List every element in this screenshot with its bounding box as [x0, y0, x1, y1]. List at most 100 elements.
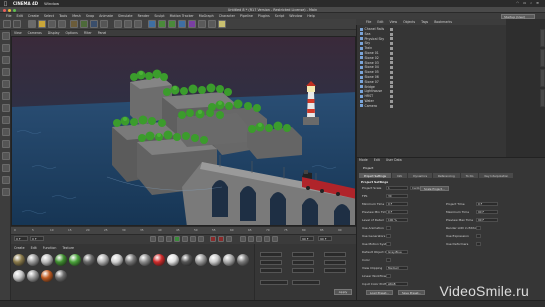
- visibility-toggle[interactable]: [390, 32, 393, 36]
- field-value[interactable]: 100 %: [386, 217, 408, 222]
- viewport-menu-filter[interactable]: Filter: [84, 31, 92, 35]
- field-checkbox[interactable]: [476, 241, 481, 246]
- viewport-menu-display[interactable]: Display: [48, 31, 60, 35]
- visibility-toggle[interactable]: [390, 80, 393, 84]
- material-menu-function[interactable]: Function: [43, 246, 57, 250]
- material-swatch[interactable]: [237, 254, 249, 266]
- material-menu-create[interactable]: Create: [14, 246, 25, 250]
- material-swatch[interactable]: [55, 270, 67, 282]
- apply-button[interactable]: Apply: [334, 289, 352, 295]
- go-to-start-icon[interactable]: [150, 236, 156, 242]
- planar-workplane-icon[interactable]: [1, 164, 10, 172]
- material-menu-texture[interactable]: Texture: [62, 246, 74, 250]
- field-checkbox[interactable]: [386, 273, 391, 278]
- select-tool-icon[interactable]: [28, 20, 36, 28]
- window-menu[interactable]: Window: [44, 1, 59, 6]
- autokey-icon[interactable]: [218, 236, 224, 242]
- object-list-item[interactable]: Camera: [360, 104, 500, 109]
- objects-side-tab[interactable]: [540, 29, 545, 47]
- render-picture-viewer-icon[interactable]: [124, 20, 132, 28]
- field-checkbox[interactable]: [476, 225, 481, 230]
- polygons-mode-icon[interactable]: [1, 104, 10, 112]
- viewport-menu-options[interactable]: Options: [66, 31, 78, 35]
- attr-menu-mode[interactable]: Mode: [359, 158, 368, 162]
- field-value[interactable]: 0 F: [386, 209, 408, 214]
- preview-end-field[interactable]: 90 F: [318, 236, 332, 241]
- field-value[interactable]: 90 F: [476, 217, 498, 222]
- menu-help[interactable]: Help: [307, 14, 315, 18]
- material-swatch[interactable]: [69, 254, 81, 266]
- array-icon[interactable]: [178, 20, 186, 28]
- menu-snap[interactable]: Snap: [86, 14, 94, 18]
- floor-icon[interactable]: [198, 20, 206, 28]
- menu-script[interactable]: Script: [275, 14, 285, 18]
- render-settings-icon[interactable]: [134, 20, 142, 28]
- visibility-toggle[interactable]: [390, 42, 393, 46]
- lock-workplane-icon[interactable]: [1, 152, 10, 160]
- field-value[interactable]: Medium: [386, 265, 408, 270]
- tab-info[interactable]: Info: [391, 173, 408, 178]
- rotate-tool-icon[interactable]: [58, 20, 66, 28]
- keyframe-selection-icon[interactable]: [226, 236, 232, 242]
- visibility-icon[interactable]: [1, 188, 10, 196]
- size-y-field[interactable]: [292, 260, 314, 265]
- attr-menu-edit[interactable]: Edit: [374, 158, 380, 162]
- menu-tools[interactable]: Tools: [59, 14, 67, 18]
- field-checkbox[interactable]: [386, 233, 391, 238]
- visibility-toggle[interactable]: [390, 46, 393, 50]
- material-swatch[interactable]: [55, 254, 67, 266]
- viewport-menu-cameras[interactable]: Cameras: [28, 31, 42, 35]
- layers-side-tab[interactable]: [540, 89, 545, 107]
- material-swatch[interactable]: [167, 254, 179, 266]
- material-swatch[interactable]: [139, 254, 151, 266]
- play-icon[interactable]: [174, 236, 180, 242]
- visibility-toggle[interactable]: [390, 56, 393, 60]
- objects-menu-view[interactable]: View: [390, 20, 398, 24]
- field-checkbox[interactable]: [386, 225, 391, 230]
- field-checkbox[interactable]: [386, 257, 391, 262]
- visibility-toggle[interactable]: [390, 61, 393, 65]
- objects-menu-objects[interactable]: Objects: [403, 20, 415, 24]
- save-preset-button[interactable]: Save Preset...: [398, 290, 426, 295]
- parameter-key-icon[interactable]: [264, 236, 270, 242]
- scale-tool-icon[interactable]: [48, 20, 56, 28]
- tab-referencing[interactable]: Referencing: [433, 173, 460, 178]
- solo-icon[interactable]: [1, 176, 10, 184]
- material-swatch[interactable]: [27, 254, 39, 266]
- tab-dynamics[interactable]: Dynamics: [408, 173, 433, 178]
- rotation-p-field[interactable]: [324, 260, 346, 265]
- cube-icon[interactable]: [148, 20, 156, 28]
- objects-menu-tags[interactable]: Tags: [421, 20, 428, 24]
- material-swatch[interactable]: [111, 254, 123, 266]
- visibility-toggle[interactable]: [390, 75, 393, 79]
- visibility-toggle[interactable]: [390, 85, 393, 89]
- camera-icon[interactable]: [208, 20, 216, 28]
- viewport-menu-view[interactable]: View: [14, 31, 22, 35]
- make-editable-icon[interactable]: [1, 32, 10, 40]
- start-frame-field[interactable]: 0 F: [14, 236, 28, 241]
- visibility-toggle[interactable]: [390, 104, 393, 108]
- menu-sculpt[interactable]: Sculpt: [154, 14, 164, 18]
- x-axis-lock-icon[interactable]: [70, 20, 78, 28]
- texture-mode-icon[interactable]: [1, 56, 10, 64]
- previous-key-icon[interactable]: [158, 236, 164, 242]
- objects-menu-file[interactable]: File: [366, 20, 371, 24]
- visibility-toggle[interactable]: [390, 70, 393, 74]
- material-swatch[interactable]: [41, 270, 53, 282]
- menu-simulate[interactable]: Simulate: [118, 14, 133, 18]
- field-checkbox[interactable]: [386, 241, 391, 246]
- rotation-key-icon[interactable]: [256, 236, 262, 242]
- material-menu-edit[interactable]: Edit: [31, 246, 37, 250]
- material-swatch[interactable]: [41, 254, 53, 266]
- position-key-icon[interactable]: [240, 236, 246, 242]
- menu-create[interactable]: Create: [28, 14, 39, 18]
- material-swatch[interactable]: [195, 254, 207, 266]
- material-swatch[interactable]: [181, 254, 193, 266]
- battery-icon[interactable]: ▭: [523, 1, 526, 5]
- menu-animate[interactable]: Animate: [99, 14, 113, 18]
- scale-key-icon[interactable]: [248, 236, 254, 242]
- viewport-menu-panel[interactable]: Panel: [98, 31, 107, 35]
- material-swatch[interactable]: [97, 254, 109, 266]
- app-name-menu[interactable]: CINEMA 4D: [13, 1, 38, 6]
- end-frame-field[interactable]: 90 F: [300, 236, 314, 241]
